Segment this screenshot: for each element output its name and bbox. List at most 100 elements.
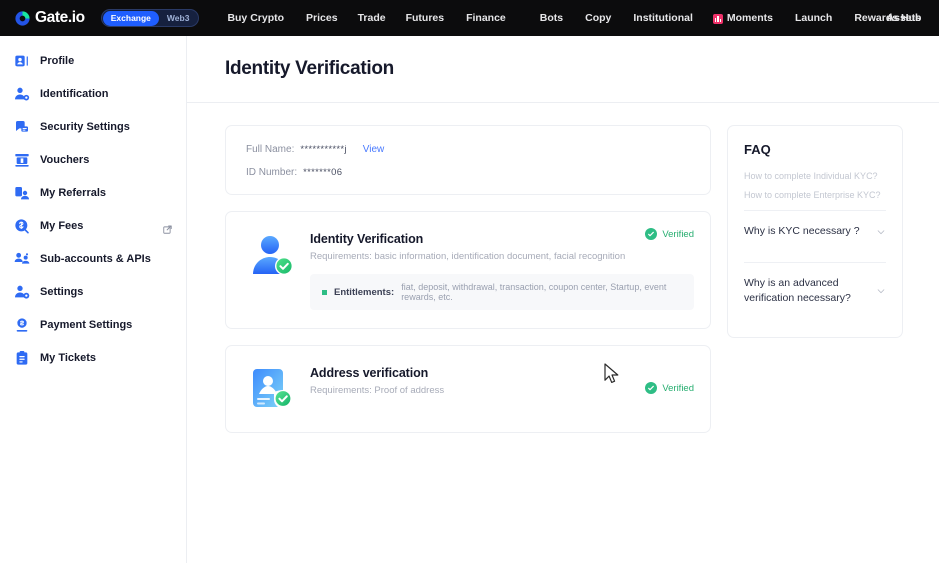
address-verification-card[interactable]: Verified Address verification Requiremen… [225, 345, 711, 433]
full-name-row: Full Name: ***********j View [246, 144, 690, 155]
mode-toggle-exchange[interactable]: Exchange [102, 10, 159, 26]
entitlements-row: Entitlements: fiat, deposit, withdrawal,… [310, 274, 694, 310]
address-body: Address verification Requirements: Proof… [310, 364, 694, 396]
address-requirements: Requirements: Proof of address [310, 385, 445, 396]
nav-item-label: Launch [794, 12, 833, 24]
identity-body: Identity Verification Requirements: basi… [310, 230, 694, 310]
main-content: Identity Verification Full Name: *******… [187, 36, 939, 563]
sidebar-item-label: Profile [40, 54, 75, 67]
sidebar-item-my-referrals[interactable]: My Referrals [0, 176, 186, 209]
left-column: Full Name: ***********j View ID Number: … [225, 125, 711, 449]
sidebar-item-label: Security Settings [40, 120, 130, 133]
nav-item-label: Buy Crypto [227, 12, 285, 24]
faq-question-2[interactable]: Why is an advanced verification necessar… [744, 263, 886, 319]
sub-accounts-apis-icon [14, 251, 30, 267]
identity-avatar-icon [246, 230, 296, 280]
brand-logo[interactable]: Gate.io [14, 9, 85, 27]
personal-info-card: Full Name: ***********j View ID Number: … [225, 125, 711, 195]
sidebar-item-label: My Referrals [40, 186, 107, 199]
id-number-value: *******06 [303, 167, 343, 178]
faq-link[interactable]: How to complete Individual KYC? [744, 171, 886, 181]
sidebar-item-label: Identification [40, 87, 109, 100]
faq-links: How to complete Individual KYC? How to co… [744, 171, 886, 200]
security-settings-icon [14, 119, 30, 135]
my-referrals-icon [14, 185, 30, 201]
address-status-badge: Verified [645, 382, 694, 394]
sidebar-item-payment-settings[interactable]: Payment Settings [0, 308, 186, 341]
sidebar-item-profile[interactable]: Profile [0, 44, 186, 77]
sidebar-item-my-tickets[interactable]: My Tickets [0, 341, 186, 374]
identity-requirements: Requirements: basic information, identif… [310, 251, 626, 262]
sidebar-item-identification[interactable]: Identification [0, 77, 186, 110]
nav-item-label: Institutional [633, 12, 693, 24]
page-title: Identity Verification [225, 58, 394, 79]
sidebar-item-label: Payment Settings [40, 318, 133, 331]
id-number-row: ID Number: *******06 [246, 167, 690, 178]
nav-item-label: Prices [306, 12, 338, 24]
nav-item-label: Trade [357, 12, 386, 24]
nav-item-copy[interactable]: Copy [585, 12, 611, 24]
profile-icon [14, 53, 30, 69]
address-status-label: Verified [662, 382, 694, 394]
nav-item-label: Bots [539, 12, 564, 24]
faq-link[interactable]: How to complete Enterprise KYC? [744, 190, 886, 200]
nav-item-label: Copy [585, 12, 612, 24]
nav-item-label: Finance [466, 12, 506, 24]
sidebar-item-my-fees[interactable]: My Fees [0, 209, 186, 242]
content-columns: Full Name: ***********j View ID Number: … [187, 103, 939, 449]
faq-panel: FAQ How to complete Individual KYC? How t… [727, 125, 903, 338]
nav-item-label: Moments [726, 12, 773, 24]
payment-settings-icon [14, 317, 30, 333]
address-title: Address verification [310, 366, 429, 380]
top-navigation-bar: Gate.io Exchange Web3 Buy Crypto Prices Tr… [0, 0, 939, 36]
chevron-down-icon[interactable] [876, 227, 886, 237]
my-fees-icon [14, 218, 30, 234]
nav-item-finance[interactable]: Finance [466, 12, 506, 24]
mode-toggle-web3[interactable]: Web3 [159, 11, 198, 26]
my-tickets-icon [14, 350, 30, 366]
nav-item-bots[interactable]: Bots [540, 12, 563, 24]
page-root: Gate.io Exchange Web3 Buy Crypto Prices Tr… [0, 0, 939, 563]
sidebar-item-sub-accounts-apis[interactable]: Sub-accounts & APIs [0, 242, 186, 275]
sidebar-item-vouchers[interactable]: Vouchers [0, 143, 186, 176]
external-link-icon [163, 221, 172, 234]
faq-title: FAQ [744, 142, 771, 157]
identification-icon [14, 86, 30, 102]
nav-item-buy-crypto[interactable]: Buy Crypto [227, 12, 284, 24]
check-circle-icon [645, 382, 658, 394]
sidebar-item-settings[interactable]: Settings [0, 275, 186, 308]
entitlements-value: fiat, deposit, withdrawal, transaction, … [401, 282, 667, 302]
id-number-label: ID Number: [246, 167, 298, 178]
identity-status-label: Verified [662, 228, 694, 240]
view-full-name-link[interactable]: View [363, 144, 385, 155]
faq-question-1[interactable]: Why is KYC necessary ? [744, 211, 886, 252]
sidebar-item-security-settings[interactable]: Security Settings [0, 110, 186, 143]
nav-item-trade[interactable]: Trade [358, 12, 386, 24]
chevron-down-icon[interactable] [876, 286, 886, 296]
faq-question-text: Why is an advanced verification necessar… [744, 277, 851, 304]
nav-item-label: Futures [405, 12, 445, 24]
moments-bars-icon [712, 14, 723, 24]
nav-item-launch[interactable]: Launch [795, 12, 832, 24]
right-column: FAQ How to complete Individual KYC? How t… [727, 125, 903, 338]
identity-status-badge: Verified [645, 228, 694, 240]
nav-item-prices[interactable]: Prices [306, 12, 338, 24]
address-row: Address verification Requirements: Proof… [246, 364, 694, 414]
nav-item-futures[interactable]: Futures [406, 12, 445, 24]
faq-question-text: Why is KYC necessary ? [744, 225, 860, 237]
identity-verification-card[interactable]: Verified Identity Verification Requireme… [225, 211, 711, 329]
faq-questions: Why is KYC necessary ? Why is an advanced… [744, 210, 886, 319]
full-name-label: Full Name: [246, 144, 295, 155]
nav-item-assets[interactable]: Assets [887, 12, 921, 24]
check-circle-icon [645, 228, 658, 240]
settings-icon [14, 284, 30, 300]
nav-item-institutional[interactable]: Institutional [633, 12, 693, 24]
nav-item-moments[interactable]: Moments [712, 12, 773, 24]
address-card-icon [246, 364, 296, 414]
gate-logo-icon [14, 10, 31, 27]
entitlements-label: Entitlements: [334, 286, 395, 298]
primary-nav: Buy Crypto Prices Trade Futures Finance Bots C… [227, 12, 921, 24]
sidebar-item-label: Vouchers [40, 153, 90, 166]
bullet-square-icon [322, 289, 327, 295]
mode-toggle[interactable]: Exchange Web3 [100, 9, 200, 27]
